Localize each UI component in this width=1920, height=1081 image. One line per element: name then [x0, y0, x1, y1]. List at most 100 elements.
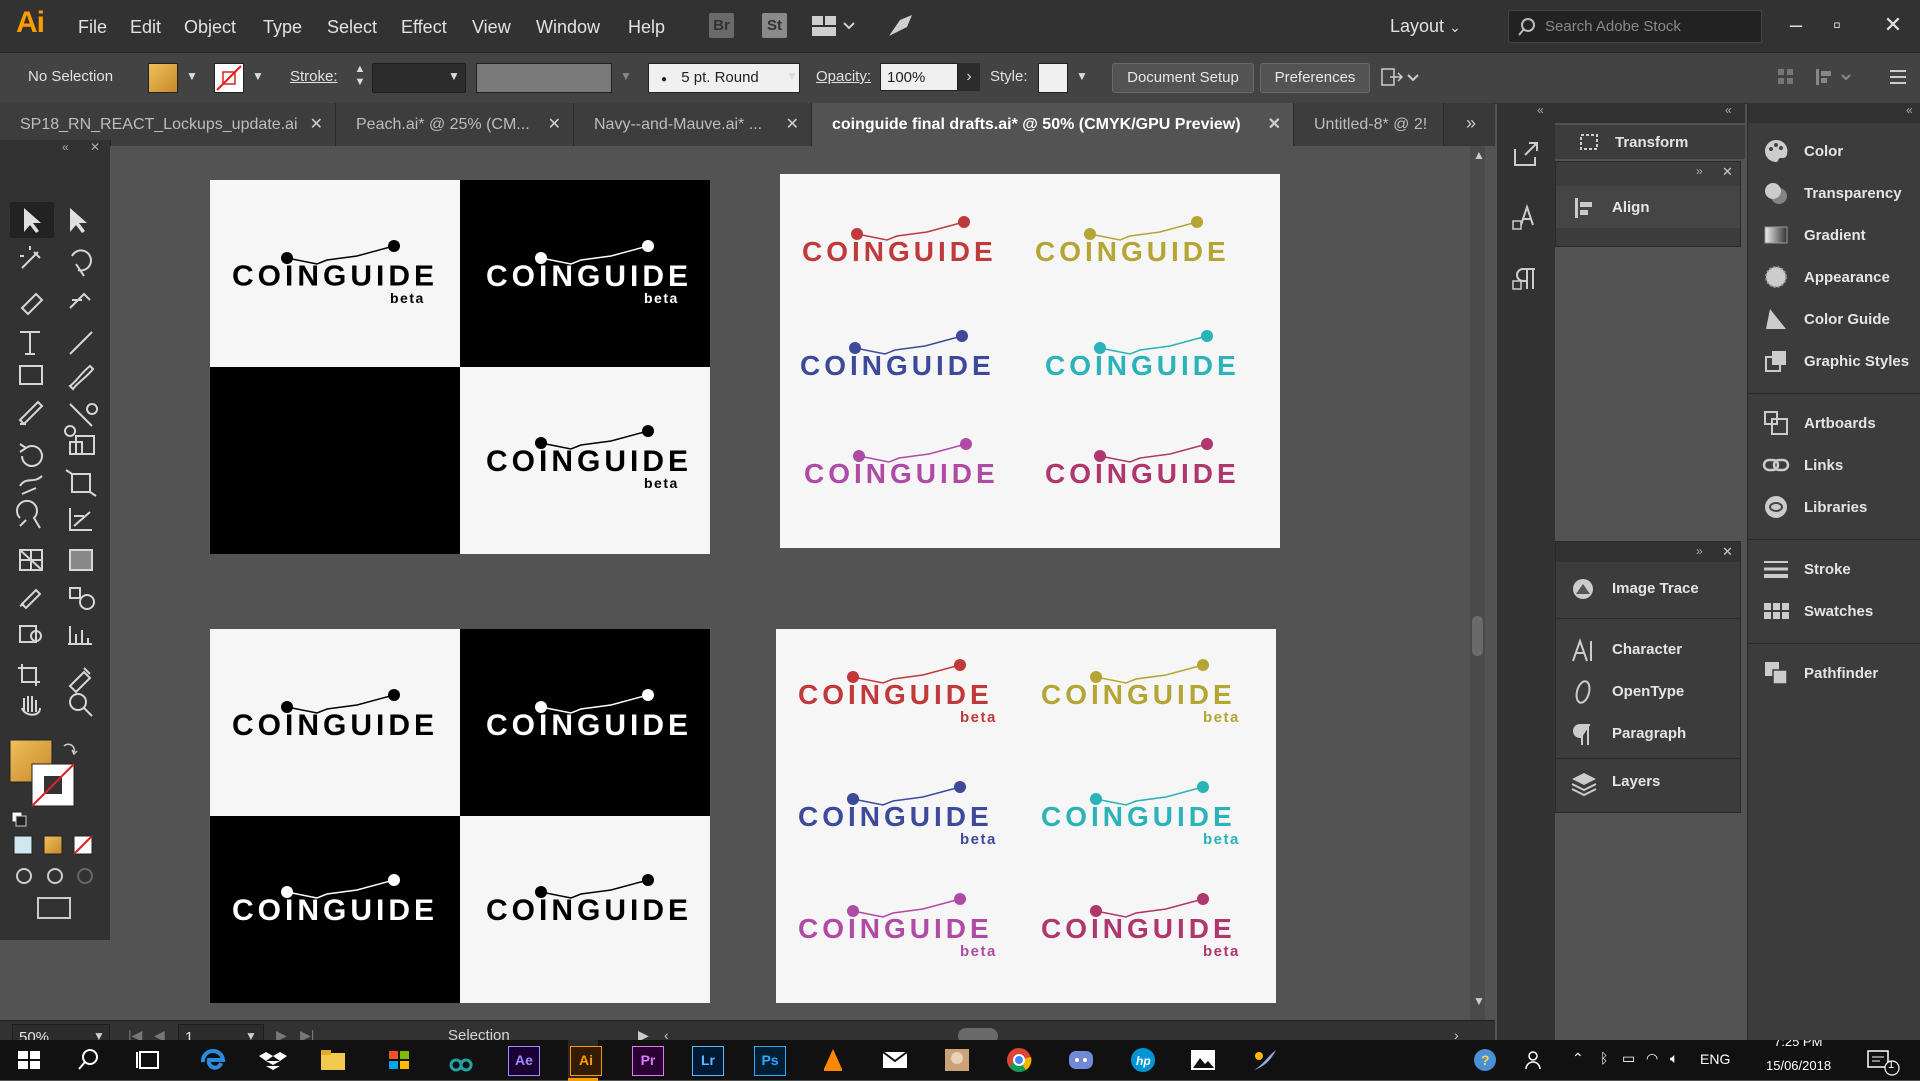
coinguide-logo[interactable]: COINGUIDE — [232, 687, 442, 742]
menu-select[interactable]: Select — [327, 17, 377, 38]
coinguide-logo[interactable]: COINGUIDE — [486, 687, 696, 742]
close-icon[interactable]: ✕ — [310, 103, 323, 146]
minimize-button[interactable]: – — [1781, 10, 1811, 40]
microsoft-store-icon[interactable] — [384, 1046, 414, 1074]
paint-icon[interactable] — [1250, 1046, 1280, 1074]
scroll-up-icon[interactable]: ▲ — [1473, 148, 1485, 162]
appearance-panel-tab[interactable]: Appearance — [1748, 259, 1920, 295]
coinguide-logo-teal[interactable]: COINGUIDE — [1045, 328, 1255, 381]
stroke-color-swatch[interactable] — [214, 63, 244, 93]
close-icon[interactable]: ✕ — [90, 140, 100, 154]
image-viewer-icon[interactable] — [1188, 1046, 1218, 1074]
dropbox-icon[interactable] — [258, 1046, 288, 1074]
opacity-expand-button[interactable]: › — [958, 63, 980, 91]
artboard-3[interactable]: COINGUIDE COINGUIDE COINGUIDE COINGUIDE — [210, 629, 710, 1003]
vlc-icon[interactable] — [818, 1046, 848, 1074]
expand-panels-icon[interactable]: » — [1696, 164, 1703, 178]
mail-icon[interactable] — [880, 1046, 910, 1074]
preferences-button[interactable]: Preferences — [1260, 63, 1370, 93]
opacity-field[interactable]: 100% — [880, 63, 958, 91]
coinguide-beta-logo-red[interactable]: COINGUIDE beta — [798, 657, 1008, 726]
coinguide-beta-logo-purple[interactable]: COINGUIDE beta — [798, 891, 1008, 960]
close-button[interactable]: ✕ — [1878, 10, 1908, 40]
transparency-panel-tab[interactable]: Transparency — [1748, 175, 1920, 211]
coinguide-logo[interactable]: COINGUIDE beta — [232, 238, 442, 308]
libraries-panel-tab[interactable]: Libraries — [1748, 489, 1920, 525]
arduino-icon[interactable] — [446, 1046, 476, 1074]
layers-panel-tab[interactable]: Layers — [1556, 758, 1740, 803]
transform-panel-tab[interactable]: Transform — [1555, 125, 1745, 159]
arrange-documents-icon[interactable] — [812, 14, 856, 38]
canvas[interactable]: COINGUIDE beta COINGUIDE beta COINGUIDE … — [110, 146, 1485, 1021]
chevron-down-icon[interactable]: ▼ — [1076, 69, 1088, 83]
align-panel-tab[interactable]: Align — [1556, 186, 1740, 228]
menu-window[interactable]: Window — [536, 17, 600, 38]
coinguide-logo[interactable]: COINGUIDE beta — [486, 423, 696, 493]
collapse-icon[interactable]: « — [1537, 103, 1544, 117]
coinguide-beta-logo-teal[interactable]: COINGUIDE beta — [1041, 779, 1251, 848]
artboard-1[interactable]: COINGUIDE beta COINGUIDE beta COINGUIDE … — [210, 180, 710, 554]
menu-edit[interactable]: Edit — [130, 17, 161, 38]
chevron-down-icon[interactable]: ▼ — [786, 69, 798, 83]
file-explorer-icon[interactable] — [318, 1046, 348, 1074]
vertical-scrollbar[interactable]: ▲ ▼ — [1470, 146, 1485, 1021]
menu-effect[interactable]: Effect — [401, 17, 447, 38]
task-view-icon[interactable] — [134, 1046, 164, 1074]
align-icon[interactable] — [1776, 67, 1796, 87]
bridge-button[interactable]: Br — [709, 13, 734, 38]
volume-icon[interactable]: 🔈︎ — [1670, 1050, 1678, 1067]
stroke-panel-tab[interactable]: Stroke — [1748, 551, 1920, 587]
gpu-performance-icon[interactable] — [886, 12, 914, 40]
tab-untitled-8[interactable]: Untitled-8* @ 2! — [1294, 103, 1444, 146]
menu-help[interactable]: Help — [628, 17, 665, 38]
bluetooth-icon[interactable]: ᛒ — [1600, 1050, 1608, 1066]
stroke-weight-stepper[interactable]: ▲ ▼ — [352, 63, 368, 91]
panel-menu-icon[interactable] — [1888, 67, 1908, 87]
swatches-panel-tab[interactable]: Swatches — [1748, 593, 1920, 629]
stroke-label[interactable]: Stroke: — [290, 68, 338, 85]
action-center[interactable]: 1 — [1866, 1048, 1902, 1076]
export-icon[interactable] — [1511, 139, 1541, 169]
variable-width-profile[interactable] — [476, 63, 612, 93]
chrome-icon[interactable] — [1004, 1046, 1034, 1074]
pathfinder-panel-tab[interactable]: Pathfinder — [1748, 655, 1920, 691]
gradient-panel-tab[interactable]: Gradient — [1748, 217, 1920, 253]
discord-icon[interactable] — [1066, 1046, 1096, 1074]
lightroom-icon[interactable]: Lr — [692, 1046, 724, 1076]
menu-file[interactable]: File — [78, 17, 107, 38]
paragraph-panel-tab[interactable]: Paragraph — [1556, 713, 1740, 753]
coinguide-beta-logo-navy[interactable]: COINGUIDE beta — [798, 779, 1008, 848]
after-effects-icon[interactable]: Ae — [508, 1046, 540, 1076]
tab-navy-and-mauve[interactable]: Navy--and-Mauve.ai* ... ✕ — [574, 103, 812, 146]
tab-peach[interactable]: Peach.ai* @ 25% (CM... ✕ — [336, 103, 574, 146]
opacity-label[interactable]: Opacity: — [816, 68, 871, 85]
links-panel-tab[interactable]: Links — [1748, 447, 1920, 483]
help-tray-icon[interactable]: ? — [1470, 1046, 1500, 1074]
wifi-icon[interactable]: ◠ — [1646, 1050, 1658, 1067]
scrollbar-thumb[interactable] — [1472, 616, 1483, 656]
close-icon[interactable]: ✕ — [1722, 544, 1733, 560]
expand-panels-icon[interactable]: » — [1696, 544, 1703, 558]
collapse-icon[interactable]: « — [1906, 103, 1913, 117]
close-icon[interactable]: ✕ — [1722, 164, 1733, 180]
illustrator-icon[interactable]: Ai — [570, 1046, 602, 1076]
color-panel-tab[interactable]: Color — [1748, 133, 1920, 169]
edge-browser-icon[interactable] — [198, 1046, 228, 1074]
image-trace-panel-tab[interactable]: Image Trace — [1556, 566, 1740, 608]
menu-type[interactable]: Type — [263, 17, 302, 38]
clock[interactable]: 7:25 PM 15/06/2018 — [1760, 1040, 1850, 1080]
artboard-2[interactable]: COINGUIDE COINGUIDE COINGUIDE COINGUIDE … — [780, 174, 1280, 548]
coinguide-logo[interactable]: COINGUIDE beta — [486, 238, 696, 308]
photoshop-icon[interactable]: Ps — [754, 1046, 786, 1076]
color-guide-panel-tab[interactable]: Color Guide — [1748, 301, 1920, 337]
character-styles-icon[interactable] — [1511, 203, 1541, 233]
distribute-icon[interactable] — [1814, 67, 1854, 87]
close-icon[interactable]: ✕ — [786, 103, 799, 146]
search-adobe-stock[interactable]: Search Adobe Stock — [1508, 10, 1762, 43]
coinguide-logo[interactable]: COINGUIDE — [232, 872, 442, 927]
battery-icon[interactable]: ▭ — [1622, 1050, 1635, 1067]
coinguide-logo-magenta[interactable]: COINGUIDE — [1045, 436, 1255, 489]
graphic-styles-panel-tab[interactable]: Graphic Styles — [1748, 343, 1920, 379]
hp-icon[interactable]: hp — [1128, 1046, 1158, 1074]
close-icon[interactable]: ✕ — [548, 103, 561, 146]
